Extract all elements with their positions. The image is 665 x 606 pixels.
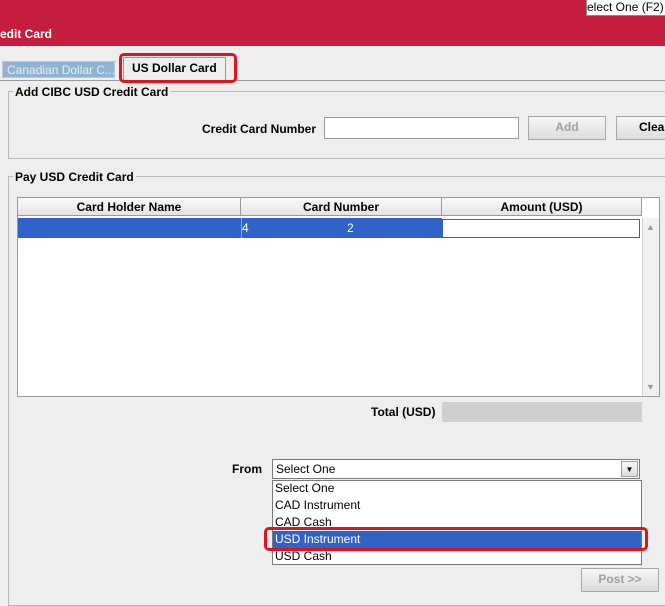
amount-input[interactable] (442, 219, 640, 238)
column-header-card-number[interactable]: Card Number (241, 198, 442, 216)
tab-canadian-dollar-card[interactable]: Canadian Dollar C... (2, 61, 115, 78)
tab-highlight-annotation (119, 53, 237, 83)
chevron-down-icon[interactable]: ▼ (621, 461, 638, 477)
table-scrollbar[interactable] (642, 218, 659, 396)
option-cad-instrument[interactable]: CAD Instrument (273, 497, 641, 514)
option-highlight-annotation (264, 527, 648, 551)
column-header-card-holder[interactable]: Card Holder Name (18, 198, 241, 216)
from-label: From (232, 462, 262, 476)
total-field (442, 402, 642, 422)
card-number-cell-part: 4 (242, 221, 249, 235)
total-label: Total (USD) (371, 405, 436, 419)
app-header (0, 0, 665, 46)
tab-divider (0, 80, 665, 81)
column-header-amount[interactable]: Amount (USD) (442, 198, 642, 216)
credit-card-number-input[interactable] (324, 117, 519, 139)
from-select[interactable]: Select One (272, 459, 640, 479)
pay-card-group-title: Pay USD Credit Card (13, 170, 136, 184)
add-card-group-title: Add CIBC USD Credit Card (13, 85, 171, 99)
add-button[interactable]: Add (528, 116, 606, 140)
credit-card-number-label: Credit Card Number (202, 122, 317, 136)
triangle-up-icon[interactable]: ▲ (642, 218, 659, 236)
triangle-down-icon[interactable]: ▼ (642, 378, 659, 396)
window-title: edit Card (0, 27, 53, 41)
post-button[interactable]: Post >> (581, 568, 659, 592)
clear-button[interactable]: Clear (616, 116, 665, 140)
table-row[interactable] (18, 218, 442, 238)
option-select-one[interactable]: Select One (273, 480, 641, 497)
card-number-cell: 2 (347, 221, 354, 235)
top-select-dropdown[interactable]: elect One (F2) (586, 0, 665, 16)
